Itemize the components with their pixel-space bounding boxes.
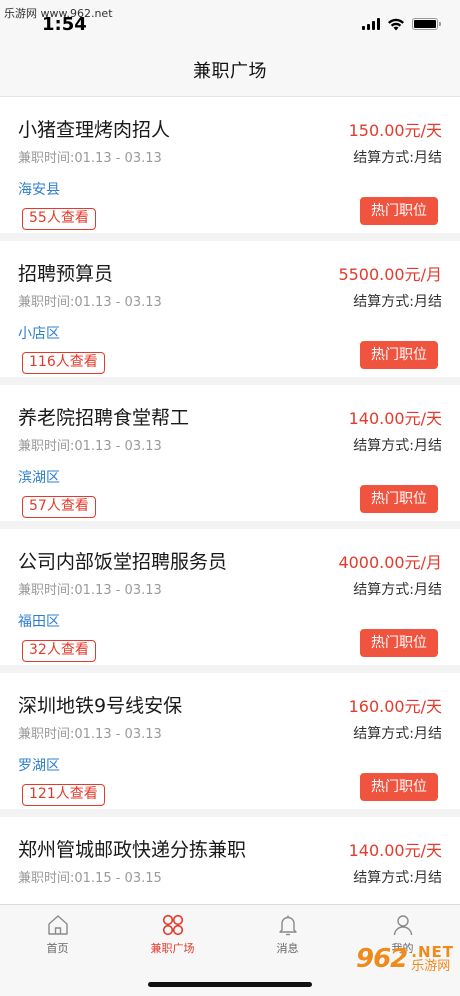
home-icon xyxy=(47,915,68,935)
job-time: 兼职时间:01.13 - 03.13 xyxy=(18,439,162,454)
job-card[interactable]: 公司内部饭堂招聘服务员 4000.00元/月 兼职时间:01.13 - 03.1… xyxy=(0,529,460,673)
job-title: 招聘预算员 xyxy=(18,263,114,285)
job-settlement: 结算方式:月结 xyxy=(353,438,442,454)
job-settlement: 结算方式:月结 xyxy=(353,294,442,310)
hot-job-button[interactable]: 热门职位 xyxy=(360,197,438,225)
job-salary: 5500.00元/月 xyxy=(338,265,442,284)
job-time: 兼职时间:01.15 - 03.15 xyxy=(18,871,162,886)
job-settlement: 结算方式:月结 xyxy=(353,870,442,886)
bell-icon xyxy=(278,915,297,936)
job-district: 福田区 xyxy=(18,614,60,630)
view-count-badge: 32人查看 xyxy=(22,640,96,662)
job-card[interactable]: 招聘预算员 5500.00元/月 兼职时间:01.13 - 03.13 结算方式… xyxy=(0,241,460,385)
page-title: 兼职广场 xyxy=(193,61,267,82)
job-title: 郑州管城邮政快递分拣兼职 xyxy=(18,839,247,861)
user-icon xyxy=(393,915,412,936)
job-list[interactable]: 小猪查理烤肉招人 150.00元/天 兼职时间:01.13 - 03.13 结算… xyxy=(0,97,460,904)
wifi-icon xyxy=(388,18,404,30)
job-salary: 140.00元/天 xyxy=(348,409,442,428)
job-salary: 150.00元/天 xyxy=(348,121,442,140)
job-district: 罗湖区 xyxy=(18,758,60,774)
status-icons xyxy=(362,16,441,32)
watermark-logo-name: 乐游网 xyxy=(411,959,451,974)
hot-job-button[interactable]: 热门职位 xyxy=(360,485,438,513)
hot-job-button[interactable]: 热门职位 xyxy=(360,341,438,369)
hot-job-button[interactable]: 热门职位 xyxy=(360,629,438,657)
home-indicator xyxy=(148,982,312,987)
job-district: 滨湖区 xyxy=(18,470,60,486)
job-time: 兼职时间:01.13 - 03.13 xyxy=(18,727,162,742)
watermark-logo-mark: 962 xyxy=(355,944,408,974)
job-card[interactable]: 郑州管城邮政快递分拣兼职 140.00元/天 兼职时间:01.15 - 03.1… xyxy=(0,817,460,904)
view-count-badge: 55人查看 xyxy=(22,208,96,230)
hot-job-button[interactable]: 热门职位 xyxy=(360,773,438,801)
job-card[interactable]: 小猪查理烤肉招人 150.00元/天 兼职时间:01.13 - 03.13 结算… xyxy=(0,97,460,241)
watermark-logo: 962 .NET 乐游网 xyxy=(356,944,454,974)
job-time: 兼职时间:01.13 - 03.13 xyxy=(18,151,162,166)
watermark-logo-text: .NET 乐游网 xyxy=(411,943,454,974)
view-count-badge: 116人查看 xyxy=(22,352,105,374)
navigation-bar: 兼职广场 xyxy=(0,44,460,97)
battery-icon xyxy=(412,18,441,30)
job-time: 兼职时间:01.13 - 03.13 xyxy=(18,583,162,598)
job-district: 海安县 xyxy=(18,182,60,198)
status-time: 1:54 xyxy=(42,14,87,35)
job-district: 小店区 xyxy=(18,326,60,342)
view-count-badge: 121人查看 xyxy=(22,784,105,806)
job-title: 深圳地铁9号线安保 xyxy=(18,695,183,717)
job-settlement: 结算方式:月结 xyxy=(353,582,442,598)
job-card[interactable]: 深圳地铁9号线安保 160.00元/天 兼职时间:01.13 - 03.13 结… xyxy=(0,673,460,817)
grid-icon xyxy=(162,914,183,936)
job-time: 兼职时间:01.13 - 03.13 xyxy=(18,295,162,310)
job-title: 养老院招聘食堂帮工 xyxy=(18,407,190,429)
view-count-badge: 57人查看 xyxy=(22,496,96,518)
job-card[interactable]: 养老院招聘食堂帮工 140.00元/天 兼职时间:01.13 - 03.13 结… xyxy=(0,385,460,529)
signal-icon xyxy=(362,18,380,30)
job-title: 小猪查理烤肉招人 xyxy=(18,119,171,141)
job-salary: 160.00元/天 xyxy=(348,697,442,716)
tab-home[interactable]: 首页 xyxy=(0,905,115,996)
tab-home-label: 首页 xyxy=(46,942,69,955)
status-bar: 乐游网 www.962.net 1:54 xyxy=(0,0,460,44)
job-settlement: 结算方式:月结 xyxy=(353,726,442,742)
tab-messages-label: 消息 xyxy=(276,942,299,955)
job-settlement: 结算方式:月结 xyxy=(353,150,442,166)
job-salary: 140.00元/天 xyxy=(348,841,442,860)
job-salary: 4000.00元/月 xyxy=(338,553,442,572)
watermark-logo-net: .NET xyxy=(411,943,454,961)
tab-parttime-plaza-label: 兼职广场 xyxy=(150,942,195,955)
job-title: 公司内部饭堂招聘服务员 xyxy=(18,551,228,573)
